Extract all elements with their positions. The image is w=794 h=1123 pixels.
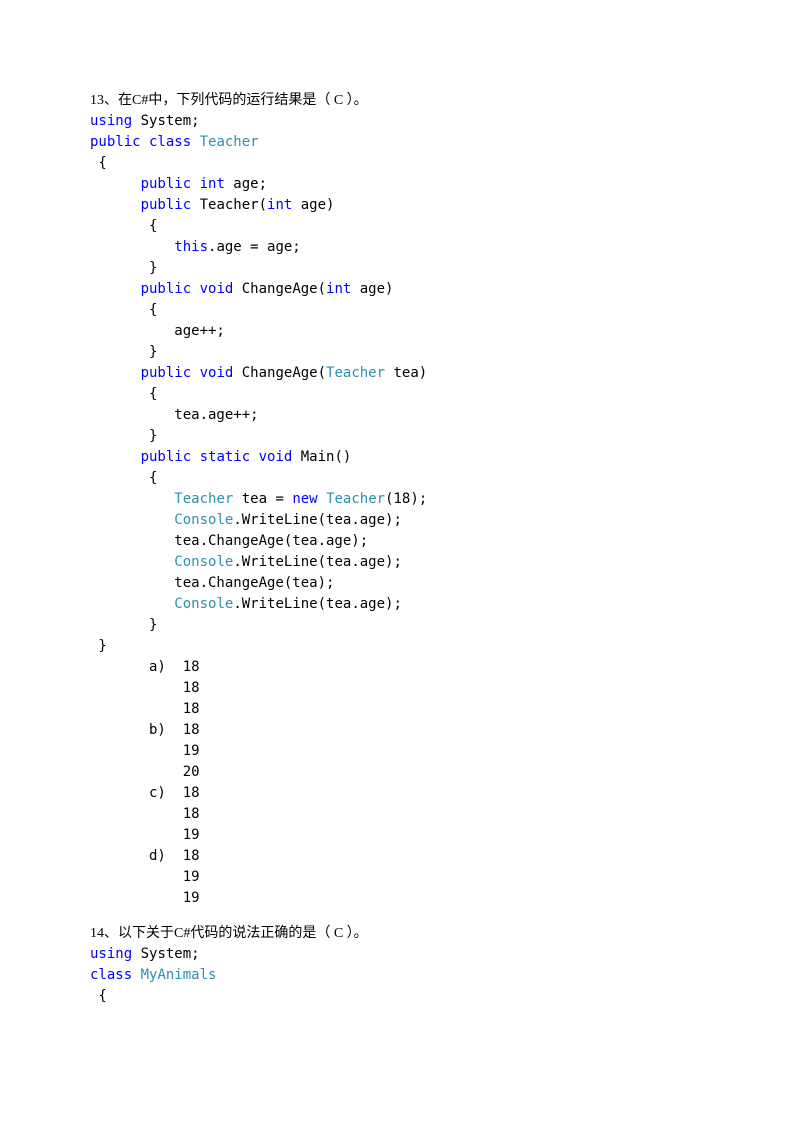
code-text: ChangeAge( xyxy=(233,281,326,297)
kw-int: int xyxy=(326,281,351,297)
type-console: Console xyxy=(174,596,233,612)
kw-new: new xyxy=(292,491,317,507)
kw-void: void xyxy=(191,365,233,381)
code-text: age++; xyxy=(90,323,225,339)
kw-class: class xyxy=(90,967,132,983)
code-text: tea.ChangeAge(tea.age); xyxy=(90,533,368,549)
type-teacher: Teacher xyxy=(191,134,258,150)
code-text: ChangeAge( xyxy=(233,365,326,381)
type-teacher: Teacher xyxy=(174,491,233,507)
indent xyxy=(90,239,174,255)
type-teacher: Teacher xyxy=(326,365,385,381)
code-text: .WriteLine(tea.age); xyxy=(233,554,402,570)
kw-class: class xyxy=(141,134,192,150)
q14-intro: 14、以下关于C#代码的说法正确的是（ C ）。 xyxy=(90,923,704,944)
kw-public: public xyxy=(90,197,191,213)
kw-static: static xyxy=(191,449,250,465)
brace: } xyxy=(90,260,157,276)
q13-options: a) 18 18 18 b) 18 19 20 c) 18 18 19 d) 1… xyxy=(90,657,704,909)
code-text: (18); xyxy=(385,491,427,507)
code-text xyxy=(318,491,326,507)
kw-public: public xyxy=(90,449,191,465)
kw-int: int xyxy=(267,197,292,213)
code-text: age) xyxy=(351,281,393,297)
code-text: .age = age; xyxy=(208,239,301,255)
code-text: .WriteLine(tea.age); xyxy=(233,596,402,612)
kw-int: int xyxy=(191,176,225,192)
brace: { xyxy=(90,218,157,234)
kw-using: using xyxy=(90,113,132,129)
kw-void: void xyxy=(191,281,233,297)
brace: } xyxy=(90,617,157,633)
brace: { xyxy=(90,155,107,171)
type-myanimals: MyAnimals xyxy=(132,967,216,983)
brace: } xyxy=(90,428,157,444)
code-text: .WriteLine(tea.age); xyxy=(233,512,402,528)
kw-public: public xyxy=(90,176,191,192)
q13-intro: 13、在C#中，下列代码的运行结果是（ C ）。 xyxy=(90,90,704,111)
indent xyxy=(90,512,174,528)
indent xyxy=(90,596,174,612)
kw-public: public xyxy=(90,365,191,381)
code-text: Main() xyxy=(292,449,351,465)
type-console: Console xyxy=(174,512,233,528)
code-text: age; xyxy=(225,176,267,192)
code-text: tea) xyxy=(385,365,427,381)
code-text: System; xyxy=(132,946,199,962)
code-text: tea = xyxy=(233,491,292,507)
code-text: tea.ChangeAge(tea); xyxy=(90,575,334,591)
type-teacher: Teacher xyxy=(326,491,385,507)
code-text: age) xyxy=(292,197,334,213)
brace: { xyxy=(90,988,107,1004)
brace: { xyxy=(90,302,157,318)
brace: { xyxy=(90,470,157,486)
kw-void: void xyxy=(250,449,292,465)
q13-code: using System; public class Teacher { pub… xyxy=(90,111,704,657)
brace: { xyxy=(90,386,157,402)
code-text: Teacher( xyxy=(191,197,267,213)
indent xyxy=(90,554,174,570)
indent xyxy=(90,491,174,507)
kw-this: this xyxy=(174,239,208,255)
brace: } xyxy=(90,344,157,360)
code-text: System; xyxy=(132,113,199,129)
q14-code: using System; class MyAnimals { xyxy=(90,944,704,1007)
kw-public: public xyxy=(90,134,141,150)
type-console: Console xyxy=(174,554,233,570)
kw-public: public xyxy=(90,281,191,297)
code-text: tea.age++; xyxy=(90,407,259,423)
brace: } xyxy=(90,638,107,654)
kw-using: using xyxy=(90,946,132,962)
